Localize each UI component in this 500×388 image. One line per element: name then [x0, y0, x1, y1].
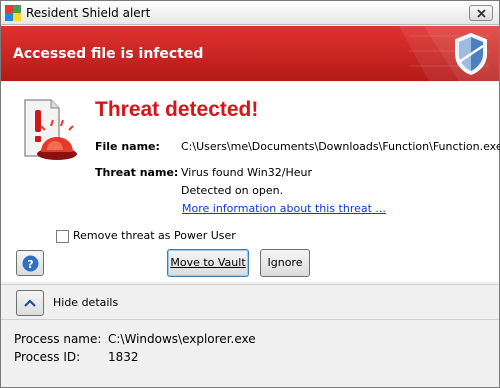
ignore-button[interactable]: Ignore: [260, 249, 310, 277]
alert-content: Threat detected! File name: C:\Users\me\…: [1, 82, 500, 282]
process-name-label: Process name:: [14, 332, 102, 346]
window-title: Resident Shield alert: [26, 6, 151, 20]
alert-banner: Accessed file is infected: [1, 26, 499, 81]
chevron-up-icon: [24, 299, 36, 307]
help-icon: ?: [22, 255, 39, 272]
close-button[interactable]: [469, 5, 493, 21]
hide-details-button[interactable]: [16, 290, 44, 316]
close-icon: [477, 9, 486, 18]
hide-details-label[interactable]: Hide details: [53, 296, 118, 309]
move-to-vault-button[interactable]: Move to Vault: [167, 249, 249, 277]
process-id-label: Process ID:: [14, 350, 81, 364]
details-toggle-bar: Hide details: [1, 284, 499, 320]
process-id-value: 1832: [108, 350, 139, 364]
help-button[interactable]: ?: [16, 250, 44, 276]
alert-window: Resident Shield alert Accessed file is i…: [0, 0, 500, 388]
file-name-value: C:\Users\me\Documents\Downloads\Function…: [181, 140, 500, 153]
process-name-value: C:\Windows\explorer.exe: [108, 332, 256, 346]
remove-power-user-label[interactable]: Remove threat as Power User: [73, 229, 236, 242]
title-bar[interactable]: Resident Shield alert: [1, 1, 499, 25]
svg-text:?: ?: [27, 258, 33, 271]
ignore-label: Ignore: [267, 256, 303, 269]
threat-heading: Threat detected!: [95, 98, 259, 121]
app-icon: [5, 5, 21, 21]
detected-text: Detected on open.: [181, 184, 284, 197]
move-to-vault-label: Move to Vault: [170, 256, 246, 269]
alarm-siren-icon: [24, 99, 77, 160]
file-name-label: File name:: [95, 140, 160, 153]
threat-name-value: Virus found Win32/Heur: [181, 166, 312, 179]
banner-title: Accessed file is infected: [13, 46, 204, 62]
more-info-link[interactable]: More information about this threat ...: [182, 202, 386, 215]
shield-logo-icon: [455, 32, 487, 76]
threat-name-label: Threat name:: [95, 166, 179, 179]
remove-power-user-checkbox[interactable]: [56, 230, 69, 243]
